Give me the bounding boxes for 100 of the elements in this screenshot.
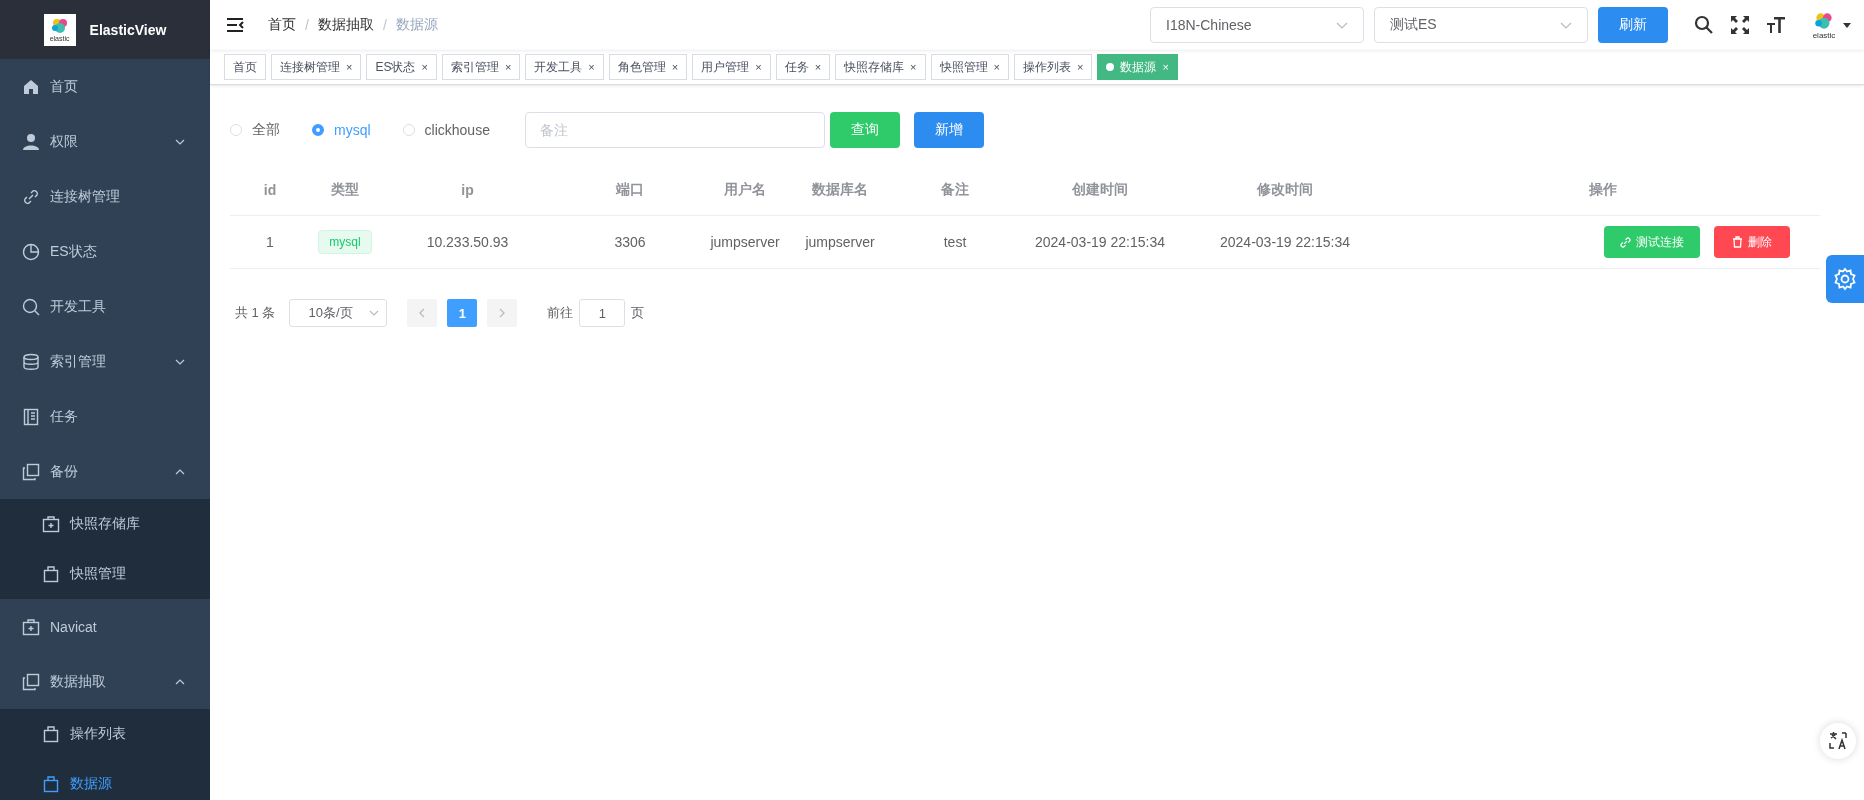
tag-tab[interactable]: 快照管理 × bbox=[930, 54, 1009, 80]
menu-label: 数据源 bbox=[70, 775, 112, 793]
column-header: 类型 bbox=[330, 181, 360, 199]
search-icon bbox=[22, 297, 40, 316]
table-cell-text: test bbox=[942, 234, 968, 250]
menu-item[interactable]: 首页 bbox=[0, 59, 210, 114]
menu-item[interactable]: 权限 bbox=[0, 114, 210, 169]
tag-tab[interactable]: 快照存储库 × bbox=[835, 54, 926, 80]
bag-icon bbox=[42, 775, 60, 793]
close-icon[interactable]: × bbox=[910, 61, 917, 73]
menu-item[interactable]: 数据抽取 bbox=[0, 654, 210, 709]
column-header: 备注 bbox=[940, 181, 970, 199]
close-icon[interactable]: × bbox=[671, 61, 679, 73]
bag-icon bbox=[42, 725, 60, 743]
tag-tab[interactable]: 用户管理 × bbox=[692, 54, 771, 80]
connection-select[interactable]: 测试ES bbox=[1374, 7, 1588, 43]
close-icon[interactable]: × bbox=[993, 61, 1000, 73]
table-cell-text: 2024-03-19 22:15:34 bbox=[1219, 234, 1351, 250]
menu-icon[interactable] bbox=[226, 17, 244, 33]
table-cell-text: 10.233.50.93 bbox=[425, 234, 510, 250]
radio-option[interactable]: 全部 bbox=[230, 121, 280, 139]
search-icon[interactable] bbox=[1694, 15, 1714, 35]
settings-icon bbox=[1833, 267, 1857, 291]
font-size-icon[interactable] bbox=[1766, 15, 1786, 35]
radio-circle[interactable] bbox=[312, 124, 324, 136]
menu-item[interactable]: 开发工具 bbox=[0, 279, 210, 334]
settings-button[interactable] bbox=[1826, 255, 1864, 303]
breadcrumb-item: 数据源 bbox=[395, 16, 438, 34]
menu-item[interactable]: Navicat bbox=[0, 599, 210, 654]
submenu-item[interactable]: 快照管理 bbox=[0, 549, 210, 599]
tag-tab[interactable]: ES状态 × bbox=[366, 54, 437, 80]
breadcrumb-item[interactable]: 数据抽取 bbox=[317, 16, 374, 34]
table-cell-text: jumpserver bbox=[709, 234, 781, 250]
table-cell-text: 3306 bbox=[613, 234, 647, 250]
fullscreen-icon[interactable] bbox=[1730, 15, 1750, 35]
close-icon[interactable]: × bbox=[1076, 61, 1084, 73]
page-number-field[interactable]: 1 bbox=[579, 299, 626, 327]
app-title: ElasticView bbox=[89, 21, 167, 38]
avatar-text: elastic bbox=[1812, 30, 1836, 40]
tag-tab[interactable]: 操作列表 × bbox=[1013, 54, 1093, 80]
total-count: 共 1 条 bbox=[235, 304, 276, 322]
tag-tab[interactable]: 开发工具 × bbox=[525, 54, 604, 80]
column-header: 端口 bbox=[615, 181, 645, 199]
type-tag: mysql bbox=[318, 230, 372, 254]
user-icon bbox=[22, 132, 40, 151]
close-icon[interactable]: × bbox=[346, 61, 353, 73]
language-select[interactable]: I18N-Chinese bbox=[1150, 7, 1364, 43]
menu-label: 快照存储库 bbox=[70, 515, 140, 533]
bag-icon bbox=[42, 565, 60, 583]
close-icon[interactable]: × bbox=[588, 61, 595, 73]
avatar[interactable]: elastic bbox=[1812, 10, 1836, 40]
menu-label: 数据抽取 bbox=[50, 672, 106, 691]
menu-item[interactable]: 任务 bbox=[0, 389, 210, 444]
caret-icon[interactable] bbox=[1842, 21, 1852, 29]
link-icon bbox=[22, 187, 40, 206]
table-cell-text: 1 bbox=[265, 234, 275, 250]
submenu-item[interactable]: 快照存储库 bbox=[0, 499, 210, 549]
menu-label: 快照管理 bbox=[70, 565, 126, 583]
menu-item[interactable]: ES状态 bbox=[0, 224, 210, 279]
goto-label: 前往 bbox=[547, 304, 574, 322]
submenu-item[interactable]: 操作列表 bbox=[0, 709, 210, 759]
column-header: ip bbox=[460, 182, 475, 198]
tag-tab[interactable]: 索引管理 × bbox=[441, 54, 521, 80]
remark-field[interactable]: 备注 bbox=[524, 112, 825, 148]
tag-tab[interactable]: 任务 × bbox=[775, 54, 831, 80]
translate-button[interactable] bbox=[1820, 723, 1856, 759]
menu-item[interactable]: 备份 bbox=[0, 444, 210, 499]
column-header: 修改时间 bbox=[1256, 181, 1314, 199]
menu-label: ES状态 bbox=[50, 242, 97, 261]
column-header: 操作 bbox=[1587, 181, 1618, 199]
menu-item[interactable]: 索引管理 bbox=[0, 334, 210, 389]
copy-icon bbox=[22, 462, 40, 481]
medical-box-icon bbox=[42, 515, 60, 533]
column-header: 数据库名 bbox=[811, 181, 869, 199]
menu-label: 权限 bbox=[50, 132, 78, 151]
submenu-item[interactable]: 数据源 bbox=[0, 759, 210, 800]
close-icon[interactable]: × bbox=[504, 61, 512, 73]
menu-label: 任务 bbox=[50, 407, 78, 426]
menu-label: 首页 bbox=[50, 77, 78, 96]
radio-option[interactable]: clickhouse bbox=[402, 122, 490, 138]
menu-item[interactable]: 连接树管理 bbox=[0, 169, 210, 224]
close-icon[interactable]: × bbox=[755, 61, 762, 73]
close-icon[interactable]: × bbox=[421, 61, 428, 73]
link-icon bbox=[1620, 236, 1631, 248]
menu-label: 备份 bbox=[50, 462, 78, 481]
menu-label: Navicat bbox=[50, 618, 97, 635]
tag-tab[interactable]: 首页 bbox=[224, 54, 266, 80]
column-header: 创建时间 bbox=[1071, 181, 1129, 199]
pie-icon bbox=[22, 242, 40, 261]
table-cell-text: jumpserver bbox=[804, 234, 876, 250]
close-icon[interactable]: × bbox=[814, 61, 822, 73]
page-suffix: 页 bbox=[631, 304, 645, 322]
tag-tab[interactable]: 角色管理 × bbox=[608, 54, 688, 80]
column-header: id bbox=[262, 182, 278, 198]
tag-tab[interactable]: 连接树管理 × bbox=[271, 54, 362, 80]
breadcrumb-separator: / bbox=[305, 17, 309, 33]
table-cell-text: 2024-03-19 22:15:34 bbox=[1034, 234, 1166, 250]
page-size-select[interactable]: 10条/页 bbox=[289, 299, 388, 327]
doc-icon bbox=[22, 407, 40, 426]
breadcrumb-item[interactable]: 首页 bbox=[268, 16, 296, 34]
